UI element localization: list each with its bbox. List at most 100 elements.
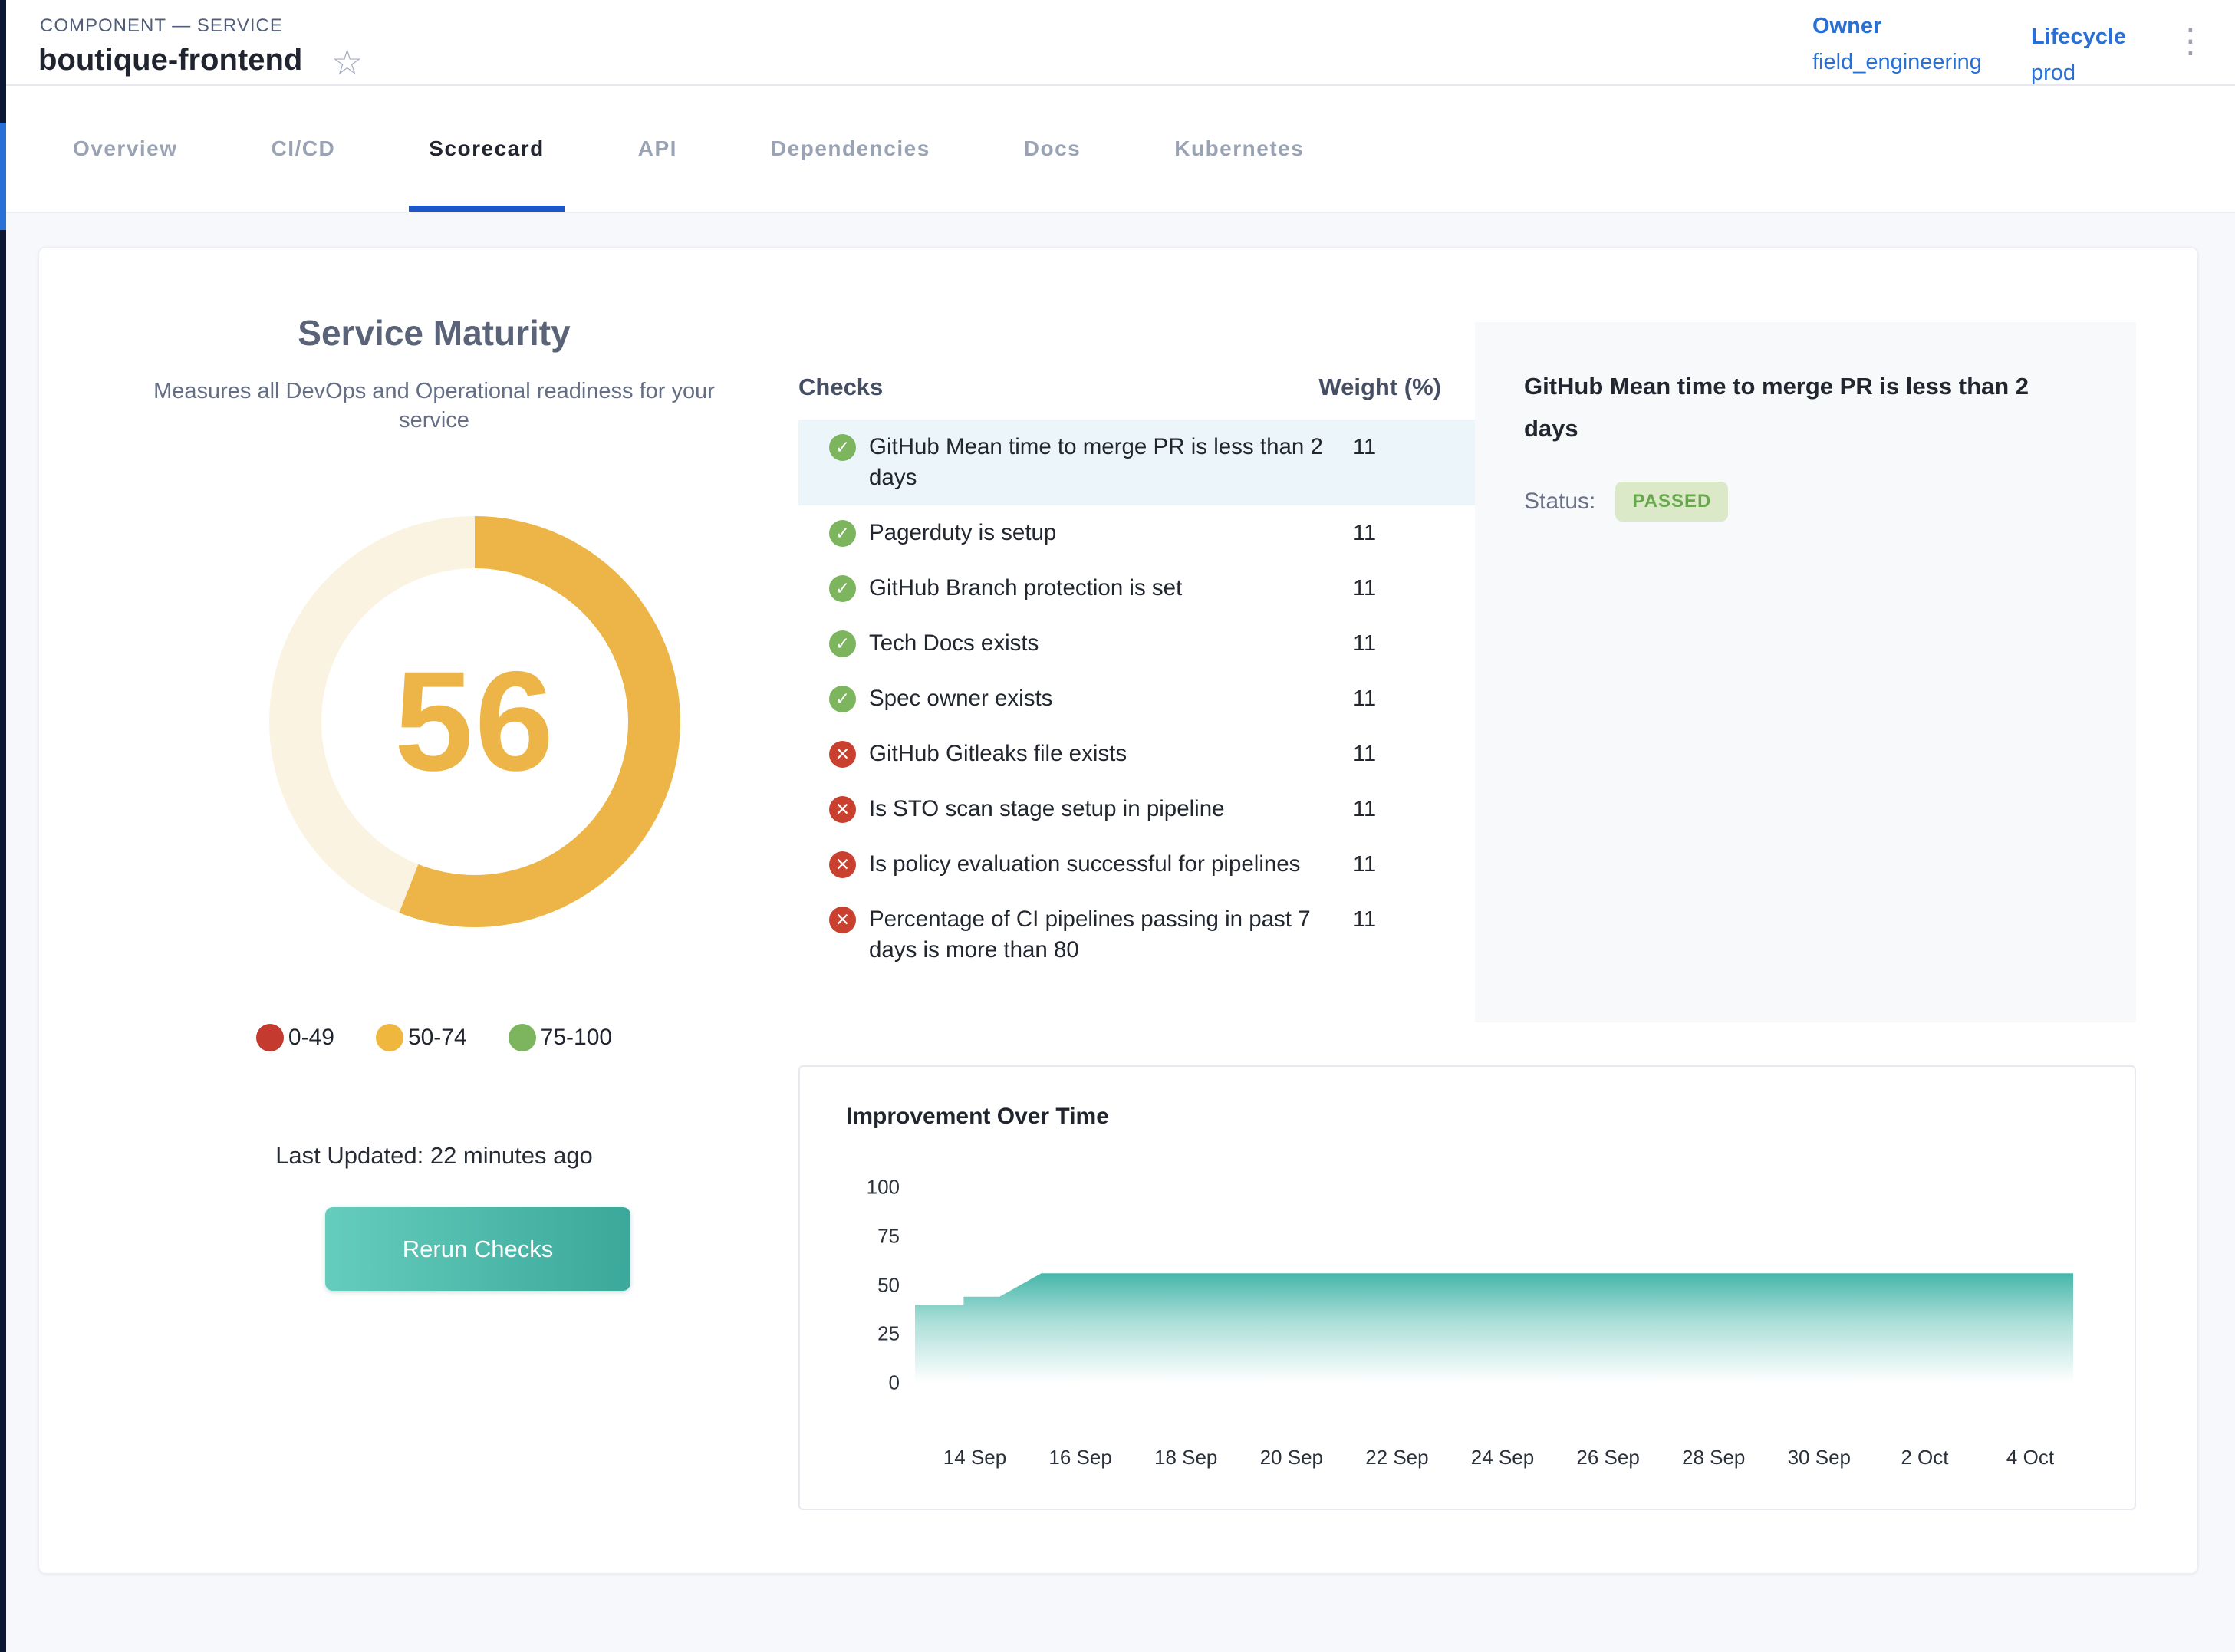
check-status-cell: ✓ <box>829 628 869 657</box>
check-weight: 11 <box>1335 432 1475 462</box>
x-axis-tick: 4 Oct <box>2006 1446 2054 1469</box>
check-label: GitHub Mean time to merge PR is less tha… <box>869 432 1329 493</box>
score-donut-hole: 56 <box>321 568 628 875</box>
legend-dot <box>509 1024 536 1051</box>
tab-api[interactable]: API <box>638 86 677 212</box>
improvement-chart-card: Improvement Over Time 100755025014 Sep16… <box>798 1065 2136 1510</box>
y-axis-tick: 25 <box>823 1322 900 1346</box>
weight-column-header: Weight (%) <box>1318 374 1441 401</box>
check-label: Pagerduty is setup <box>869 518 1329 548</box>
page-header: COMPONENT — SERVICE boutique-frontend ☆ … <box>0 0 2235 86</box>
check-row[interactable]: ✓ Spec owner exists11 <box>798 671 1475 726</box>
check-row[interactable]: ✓ Pagerduty is setup11 <box>798 505 1475 561</box>
checks-list: ✓GitHub Mean time to merge PR is less th… <box>798 420 1475 978</box>
sidebar-active-indicator <box>0 123 6 230</box>
check-label: Is STO scan stage setup in pipeline <box>869 794 1329 824</box>
x-axis-tick: 30 Sep <box>1788 1446 1851 1469</box>
y-axis-tick: 100 <box>823 1176 900 1200</box>
owner-block: Owner field_engineering <box>1812 14 1982 75</box>
check-label: Tech Docs exists <box>869 628 1329 659</box>
breadcrumb: COMPONENT — SERVICE <box>40 15 283 37</box>
legend-item-75-100: 75-100 <box>509 1024 612 1051</box>
legend-dot <box>256 1024 284 1051</box>
lifecycle-value: prod <box>2031 61 2126 86</box>
check-status-cell: ✕ <box>829 739 869 768</box>
check-label: Spec owner exists <box>869 683 1329 714</box>
legend-label: 75-100 <box>541 1025 612 1051</box>
check-status-cell: ✕ <box>829 849 869 878</box>
status-label: Status: <box>1524 489 1595 515</box>
legend-label: 0-49 <box>288 1025 334 1051</box>
check-weight: 11 <box>1335 518 1475 548</box>
chart-title: Improvement Over Time <box>846 1104 1109 1130</box>
rerun-checks-button[interactable]: Rerun Checks <box>325 1207 630 1291</box>
check-weight: 11 <box>1335 849 1475 880</box>
lifecycle-block: Lifecycle prod <box>2031 25 2126 86</box>
check-failed-icon: ✕ <box>829 796 856 823</box>
scorecard-subtitle: Measures all DevOps and Operational read… <box>127 377 741 435</box>
check-weight: 11 <box>1335 683 1475 714</box>
check-weight: 11 <box>1335 628 1475 659</box>
checks-table-header: Checks Weight (%) <box>798 370 1475 404</box>
check-row[interactable]: ✕ Is STO scan stage setup in pipeline11 <box>798 782 1475 837</box>
check-passed-icon: ✓ <box>829 575 856 602</box>
x-axis-tick: 22 Sep <box>1365 1446 1428 1469</box>
check-passed-icon: ✓ <box>829 630 856 657</box>
tab-overview[interactable]: Overview <box>73 86 178 212</box>
status-badge: PASSED <box>1615 482 1728 522</box>
check-status-row: Status: PASSED <box>1524 482 2087 522</box>
score-value: 56 <box>394 640 555 803</box>
legend-dot <box>376 1024 403 1051</box>
legend-item-50-74: 50-74 <box>376 1024 467 1051</box>
check-passed-icon: ✓ <box>829 686 856 712</box>
check-detail-title: GitHub Mean time to merge PR is less tha… <box>1524 365 2061 449</box>
check-weight: 11 <box>1335 794 1475 824</box>
tab-scorecard[interactable]: Scorecard <box>429 86 544 212</box>
service-maturity-section: Service Maturity Measures all DevOps and… <box>85 248 783 1575</box>
tab-bar: Overview CI/CD Scorecard API Dependencies Doc… <box>0 86 2235 213</box>
check-row[interactable]: ✕ GitHub Gitleaks file exists11 <box>798 726 1475 782</box>
check-weight: 11 <box>1335 573 1475 604</box>
x-axis-tick: 18 Sep <box>1154 1446 1217 1469</box>
check-label: Percentage of CI pipelines passing in pa… <box>869 904 1329 966</box>
x-axis-tick: 26 Sep <box>1576 1446 1639 1469</box>
check-status-cell: ✕ <box>829 904 869 933</box>
tab-ci-cd[interactable]: CI/CD <box>272 86 336 212</box>
favorite-star-icon[interactable]: ☆ <box>331 44 363 80</box>
x-axis-tick: 20 Sep <box>1260 1446 1323 1469</box>
last-updated-text: Last Updated: 22 minutes ago <box>85 1142 783 1170</box>
check-detail-panel: GitHub Mean time to merge PR is less tha… <box>1475 322 2136 1022</box>
check-status-cell: ✓ <box>829 432 869 461</box>
check-label: Is policy evaluation successful for pipe… <box>869 849 1329 880</box>
check-row[interactable]: ✕ Is policy evaluation successful for pip… <box>798 837 1475 892</box>
check-failed-icon: ✕ <box>829 851 856 878</box>
page-title: boutique-frontend <box>38 43 302 77</box>
x-axis-tick: 24 Sep <box>1471 1446 1534 1469</box>
tab-dependencies[interactable]: Dependencies <box>771 86 930 212</box>
y-axis-tick: 75 <box>823 1224 900 1248</box>
tab-docs[interactable]: Docs <box>1024 86 1081 212</box>
owner-link[interactable]: field_engineering <box>1812 50 1982 75</box>
check-failed-icon: ✕ <box>829 741 856 768</box>
tab-kubernetes[interactable]: Kubernetes <box>1174 86 1304 212</box>
improvement-area-chart <box>915 1187 2073 1383</box>
collapsed-sidebar-strip <box>0 0 6 1652</box>
check-weight: 11 <box>1335 739 1475 769</box>
check-row[interactable]: ✓ Tech Docs exists11 <box>798 616 1475 671</box>
score-donut-chart: 56 <box>269 516 680 927</box>
kebab-menu-icon[interactable]: ⋮ <box>2174 23 2207 60</box>
check-row[interactable]: ✓ GitHub Branch protection is set11 <box>798 561 1475 616</box>
x-axis-tick: 14 Sep <box>943 1446 1006 1469</box>
legend-item-0-49: 0-49 <box>256 1024 334 1051</box>
check-label: GitHub Gitleaks file exists <box>869 739 1329 769</box>
scorecard-card: Service Maturity Measures all DevOps and… <box>38 247 2198 1574</box>
score-legend: 0-49 50-74 75-100 <box>85 1024 783 1051</box>
check-row[interactable]: ✓GitHub Mean time to merge PR is less th… <box>798 420 1475 505</box>
check-label: GitHub Branch protection is set <box>869 573 1329 604</box>
checks-panel: Checks Weight (%) ✓GitHub Mean time to m… <box>798 370 1475 978</box>
legend-label: 50-74 <box>408 1025 467 1051</box>
scorecard-title: Service Maturity <box>85 312 783 354</box>
check-status-cell: ✕ <box>829 794 869 823</box>
check-passed-icon: ✓ <box>829 520 856 547</box>
check-row[interactable]: ✕Percentage of CI pipelines passing in p… <box>798 892 1475 978</box>
